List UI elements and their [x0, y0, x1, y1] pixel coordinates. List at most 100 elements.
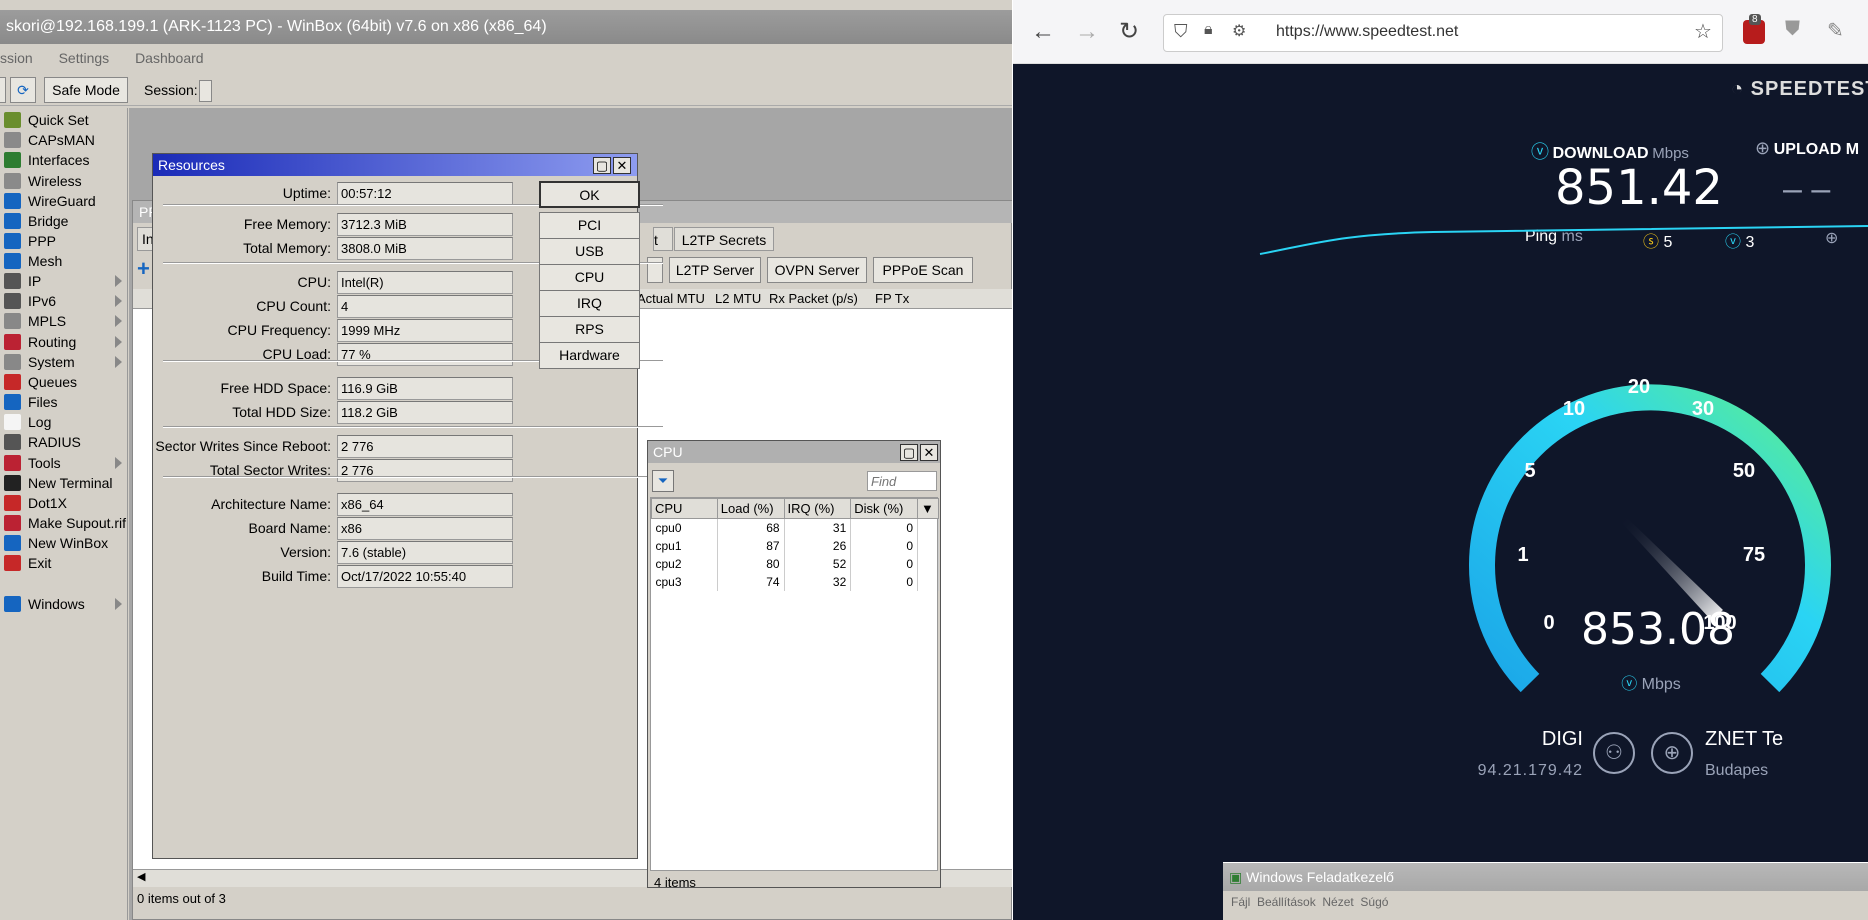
irq-button[interactable]: IRQ: [539, 290, 640, 317]
menu-dashboard[interactable]: Dashboard: [135, 50, 204, 66]
tab-partial[interactable]: t: [653, 227, 673, 251]
filter-icon[interactable]: ⏷: [652, 470, 674, 492]
col-load[interactable]: Load (%): [716, 498, 785, 519]
scroll-left-icon[interactable]: ◀: [137, 870, 145, 883]
permissions-icon[interactable]: ⚙: [1232, 21, 1246, 41]
table-row[interactable]: cpu1 87 26 0: [651, 536, 939, 555]
hardware-button[interactable]: Hardware: [539, 342, 640, 369]
cpu-disk: 0: [850, 554, 918, 573]
submenu-arrow-icon: [115, 275, 122, 287]
url-bar[interactable]: ⛉ 🔒︎ ⚙ https://www.speedtest.net ☆: [1163, 14, 1723, 52]
globe-icon[interactable]: ⊕: [1651, 732, 1693, 774]
gauge-download-icon: ⓥ: [1621, 676, 1638, 693]
col-disk[interactable]: Disk (%): [850, 498, 918, 519]
browser-window: ← → ↻ ⛉ 🔒︎ ⚙ https://www.speedtest.net ☆…: [1013, 0, 1868, 920]
resource-value[interactable]: x86_64: [337, 493, 513, 516]
resource-label: Total Sector Writes:: [209, 462, 331, 478]
l2tp-server-button[interactable]: L2TP Server: [669, 257, 761, 283]
ublock-icon[interactable]: 8: [1743, 14, 1765, 44]
gauge-unit: Mbps: [1641, 676, 1681, 693]
cpu-status: 4 items: [654, 875, 696, 890]
reload-icon[interactable]: ↻: [1119, 18, 1139, 46]
resource-label: Build Time:: [261, 568, 331, 584]
gauge-tick-10: 10: [1562, 398, 1586, 420]
rps-button[interactable]: RPS: [539, 316, 640, 343]
undo-button[interactable]: [0, 77, 6, 103]
speed-graph-and-gauge: [1259, 225, 1868, 693]
usb-button[interactable]: USB: [539, 238, 640, 265]
resource-value[interactable]: 4: [337, 295, 513, 318]
resource-value[interactable]: 7.6 (stable): [337, 541, 513, 564]
bridge-icon: [4, 213, 21, 229]
column-menu-icon[interactable]: ▼: [917, 498, 939, 519]
resource-value[interactable]: 77 %: [337, 343, 513, 366]
col-l2-mtu[interactable]: L2 MTU: [715, 291, 761, 306]
resources-titlebar: Resources: [153, 154, 637, 176]
resource-value[interactable]: x86: [337, 517, 513, 540]
resource-value[interactable]: 1999 MHz: [337, 319, 513, 342]
maximize-icon[interactable]: ▢: [900, 444, 918, 461]
resource-value[interactable]: 2 776: [337, 459, 513, 482]
resource-value[interactable]: 118.2 GiB: [337, 401, 513, 424]
resource-value[interactable]: Oct/17/2022 10:55:40: [337, 565, 513, 588]
resource-value[interactable]: 3712.3 MiB: [337, 213, 513, 236]
sidebar-item-label: Exit: [28, 555, 52, 571]
table-row[interactable]: cpu2 80 52 0: [651, 554, 939, 573]
extension-icon[interactable]: ✎: [1827, 18, 1844, 43]
cpu-window: CPU ▢ ✕ ⏷ CPU Load (%) IRQ (%) Disk (%) …: [647, 440, 941, 890]
safe-mode-button[interactable]: Safe Mode: [44, 77, 128, 103]
refresh-icon[interactable]: ⟳: [10, 77, 36, 103]
forward-icon[interactable]: →: [1075, 18, 1099, 46]
task-manager-title: Windows Feladatkezelő: [1246, 869, 1394, 885]
html5-icon[interactable]: ⛊: [1785, 18, 1800, 41]
queues-icon: [4, 374, 21, 390]
back-icon[interactable]: ←: [1031, 18, 1055, 46]
resource-value[interactable]: Intel(R): [337, 271, 513, 294]
ovpn-server-button[interactable]: OVPN Server: [767, 257, 867, 283]
cpu-irq: 31: [784, 518, 852, 537]
row-spacer: [917, 536, 939, 555]
task-manager-menu[interactable]: Fájl Beállítások Nézet Súgó: [1231, 895, 1388, 909]
col-irq[interactable]: IRQ (%): [783, 498, 852, 519]
resource-value[interactable]: 2 776: [337, 435, 513, 458]
tab-l2tp-secrets[interactable]: L2TP Secrets: [674, 227, 774, 251]
col-cpu[interactable]: CPU: [651, 498, 718, 519]
server-name[interactable]: ZNET Te: [1705, 728, 1783, 751]
session-field[interactable]: [199, 80, 212, 102]
table-row[interactable]: cpu3 74 32 0: [651, 572, 939, 591]
supout-icon: [4, 515, 21, 531]
gauge-tick-20: 20: [1627, 376, 1651, 398]
resource-value[interactable]: 116.9 GiB: [337, 377, 513, 400]
url-text[interactable]: https://www.speedtest.net: [1276, 23, 1458, 41]
sidebar-item-exit[interactable]: Exit: [0, 551, 128, 575]
ipv6-icon: [4, 293, 21, 309]
menu-session[interactable]: ssion: [0, 50, 33, 66]
close-icon[interactable]: ✕: [613, 157, 631, 174]
cpu-disk: 0: [850, 572, 918, 591]
close-icon[interactable]: ✕: [920, 444, 938, 461]
col-rx-packet[interactable]: Rx Packet (p/s): [769, 291, 858, 306]
menu-settings[interactable]: Settings: [59, 50, 110, 66]
resource-value[interactable]: 3808.0 MiB: [337, 237, 513, 260]
table-row[interactable]: cpu0 68 31 0: [651, 518, 939, 537]
maximize-icon[interactable]: ▢: [593, 157, 611, 174]
sidebar-item-windows[interactable]: Windows: [0, 592, 128, 616]
exit-icon: [4, 555, 21, 571]
browser-toolbar: ← → ↻ ⛉ 🔒︎ ⚙ https://www.speedtest.net ☆…: [1013, 0, 1868, 64]
ok-button[interactable]: OK: [539, 181, 640, 208]
find-input[interactable]: [867, 471, 937, 491]
col-fp-tx[interactable]: FP Tx: [875, 291, 909, 306]
bookmark-star-icon[interactable]: ☆: [1694, 19, 1712, 44]
cpu-button[interactable]: CPU: [539, 264, 640, 291]
shield-icon[interactable]: ⛉: [1174, 21, 1188, 42]
pci-button[interactable]: PCI: [539, 212, 640, 239]
partial-button[interactable]: [647, 257, 663, 283]
pppoe-scan-button[interactable]: PPPoE Scan: [873, 257, 973, 283]
cpu-disk: 0: [850, 518, 918, 537]
cpu-load: 74: [717, 572, 785, 591]
resource-value[interactable]: 00:57:12: [337, 182, 513, 205]
col-actual-mtu[interactable]: Actual MTU: [637, 291, 705, 306]
lock-icon[interactable]: 🔒︎: [1204, 21, 1213, 39]
system-icon: [4, 354, 21, 370]
user-icon[interactable]: ⚇: [1593, 732, 1635, 774]
